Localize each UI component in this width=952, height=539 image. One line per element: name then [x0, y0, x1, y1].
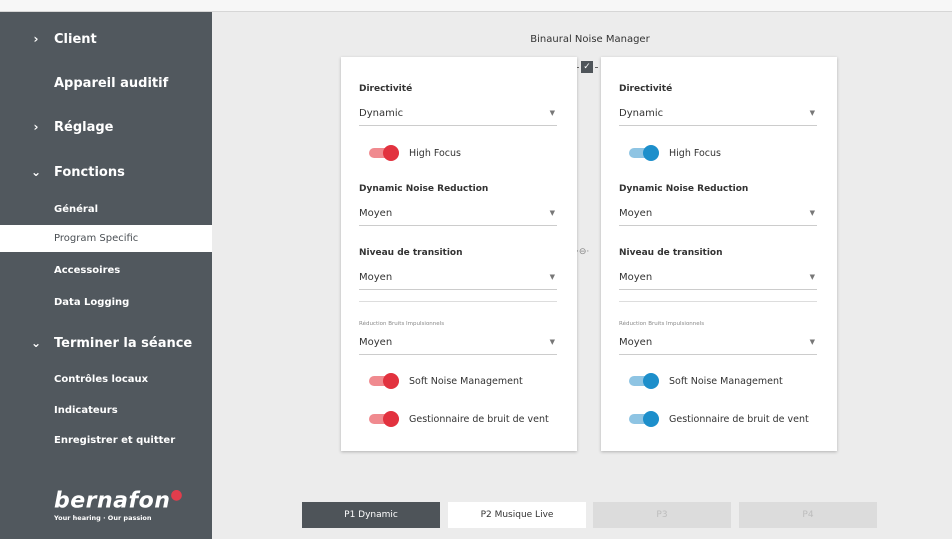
sidebar-item-data-logging[interactable]: Data Logging: [0, 289, 212, 315]
directivity-label: Directivité: [619, 84, 673, 94]
transition-label: Niveau de transition: [359, 248, 463, 258]
sidebar-item-indicateurs[interactable]: Indicateurs: [0, 397, 212, 423]
top-bar: [0, 0, 952, 12]
wind-noise-label: Gestionnaire de bruit de vent: [669, 413, 809, 425]
sidebar-item-client[interactable]: › Client: [0, 24, 212, 54]
checkmark-icon: ✓: [581, 61, 593, 73]
impulse-select[interactable]: Moyen ▼: [359, 335, 557, 355]
dropdown-arrow-icon: ▼: [809, 109, 815, 117]
transition-select[interactable]: Moyen ▼: [359, 270, 557, 290]
soft-noise-toggle-row[interactable]: Soft Noise Management: [369, 372, 523, 390]
sidebar-item-terminer-la-seance[interactable]: ⌄ Terminer la séance: [0, 328, 212, 358]
sidebar-item-controles-locaux[interactable]: Contrôles locaux: [0, 366, 212, 392]
brand-tagline: Your hearing · Our passion: [54, 514, 152, 523]
tab-program-3[interactable]: P3: [593, 502, 731, 528]
chain-link-icon[interactable]: ·⊖·: [576, 247, 589, 257]
sidebar-item-reglage[interactable]: › Réglage: [0, 112, 212, 142]
wind-noise-toggle[interactable]: [629, 411, 659, 427]
tab-program-2[interactable]: P2 Musique Live: [448, 502, 586, 528]
tab-program-1[interactable]: P1 Dynamic: [302, 502, 440, 528]
sidebar-item-label: Fonctions: [54, 164, 125, 180]
dnr-label: Dynamic Noise Reduction: [619, 184, 749, 194]
transition-value: Moyen: [619, 272, 653, 283]
soft-noise-label: Soft Noise Management: [669, 375, 783, 387]
high-focus-toggle-row[interactable]: High Focus: [629, 144, 721, 162]
tab-program-4[interactable]: P4: [739, 502, 877, 528]
high-focus-label: High Focus: [669, 147, 721, 159]
left-ear-panel: Directivité Dynamic ▼ High Focus Dynamic…: [341, 57, 577, 451]
impulse-label: Réduction Bruits Impulsionnels: [359, 321, 445, 327]
high-focus-toggle-row[interactable]: High Focus: [369, 144, 461, 162]
dropdown-arrow-icon: ▼: [549, 109, 555, 117]
dnr-value: Moyen: [619, 208, 653, 219]
impulse-value: Moyen: [359, 337, 393, 348]
impulse-label: Réduction Bruits Impulsionnels: [619, 321, 705, 327]
sidebar-item-enregistrer-et-quitter[interactable]: Enregistrer et quitter: [0, 427, 212, 453]
soft-noise-toggle[interactable]: [629, 373, 659, 389]
chevron-right-icon: ›: [33, 120, 39, 134]
sidebar-item-accessoires[interactable]: Accessoires: [0, 257, 212, 283]
directivity-select[interactable]: Dynamic ▼: [619, 106, 817, 126]
wind-noise-toggle-row[interactable]: Gestionnaire de bruit de vent: [629, 410, 809, 428]
divider: [359, 301, 557, 302]
dropdown-arrow-icon: ▼: [549, 209, 555, 217]
soft-noise-toggle[interactable]: [369, 373, 399, 389]
dnr-select[interactable]: Moyen ▼: [359, 206, 557, 226]
wind-noise-label: Gestionnaire de bruit de vent: [409, 413, 549, 425]
page-title: Binaural Noise Manager: [530, 34, 650, 45]
sidebar-item-label: Appareil auditif: [54, 75, 169, 91]
brand-logo: bernafon● Your hearing · Our passion: [54, 487, 183, 522]
divider: [619, 301, 817, 302]
soft-noise-toggle-row[interactable]: Soft Noise Management: [629, 372, 783, 390]
directivity-value: Dynamic: [619, 108, 664, 119]
impulse-select[interactable]: Moyen ▼: [619, 335, 817, 355]
high-focus-toggle[interactable]: [369, 145, 399, 161]
directivity-label: Directivité: [359, 84, 413, 94]
dropdown-arrow-icon: ▼: [809, 273, 815, 281]
sidebar-item-label: Réglage: [54, 119, 114, 135]
wind-noise-toggle-row[interactable]: Gestionnaire de bruit de vent: [369, 410, 549, 428]
transition-value: Moyen: [359, 272, 393, 283]
sidebar-item-label: Terminer la séance: [54, 335, 193, 351]
impulse-value: Moyen: [619, 337, 653, 348]
transition-label: Niveau de transition: [619, 248, 723, 258]
chevron-right-icon: ›: [33, 32, 39, 46]
link-sides-checkbox[interactable]: ✓: [576, 61, 598, 73]
chevron-down-icon: ⌄: [30, 165, 42, 179]
right-ear-panel: Directivité Dynamic ▼ High Focus Dynamic…: [601, 57, 837, 451]
directivity-value: Dynamic: [359, 108, 404, 119]
dropdown-arrow-icon: ▼: [549, 338, 555, 346]
dnr-select[interactable]: Moyen ▼: [619, 206, 817, 226]
sidebar-item-program-specific[interactable]: Program Specific: [0, 225, 212, 252]
sidebar-item-fonctions[interactable]: ⌄ Fonctions: [0, 157, 212, 187]
wind-noise-toggle[interactable]: [369, 411, 399, 427]
chevron-down-icon: ⌄: [30, 336, 42, 350]
sidebar: › Client Appareil auditif › Réglage ⌄ Fo…: [0, 12, 212, 539]
dropdown-arrow-icon: ▼: [549, 273, 555, 281]
dropdown-arrow-icon: ▼: [809, 209, 815, 217]
high-focus-label: High Focus: [409, 147, 461, 159]
sidebar-item-general[interactable]: Général: [0, 196, 212, 222]
sidebar-item-appareil-auditif[interactable]: Appareil auditif: [0, 68, 212, 98]
soft-noise-label: Soft Noise Management: [409, 375, 523, 387]
brand-dot-icon: ●: [170, 487, 184, 503]
sidebar-item-label: Client: [54, 31, 97, 47]
transition-select[interactable]: Moyen ▼: [619, 270, 817, 290]
directivity-select[interactable]: Dynamic ▼: [359, 106, 557, 126]
high-focus-toggle[interactable]: [629, 145, 659, 161]
dropdown-arrow-icon: ▼: [809, 338, 815, 346]
brand-name: bernafon: [54, 488, 171, 514]
dnr-label: Dynamic Noise Reduction: [359, 184, 489, 194]
dnr-value: Moyen: [359, 208, 393, 219]
